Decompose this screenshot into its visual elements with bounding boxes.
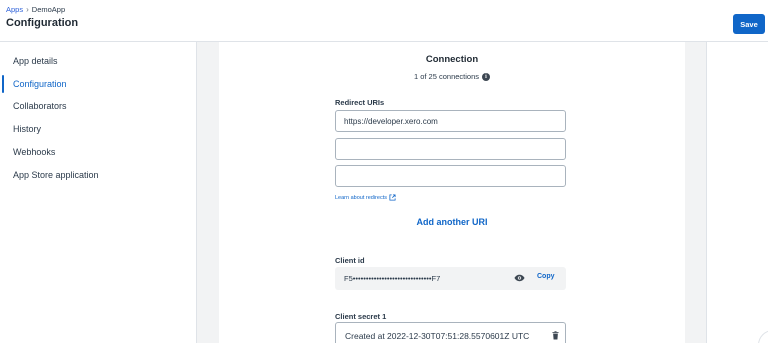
trash-icon[interactable] — [552, 331, 559, 340]
client-id-label: Client id — [335, 256, 365, 265]
connection-title: Connection — [425, 54, 479, 65]
connection-card: Connection 1 of 25 connections i Redirec… — [219, 42, 685, 343]
sidebar-item-app-store-application[interactable]: App Store application — [0, 164, 196, 186]
app-header: Apps › DemoApp Configuration Save — [0, 0, 768, 42]
redirect-uris-label: Redirect URIs — [335, 98, 385, 107]
client-id-field: F5••••••••••••••••••••••••••••••F7 Copy — [335, 267, 566, 290]
redirect-uri-input-2[interactable] — [335, 138, 566, 160]
client-secret-field: Created at 2022-12-30T07:51:28.5570601Z … — [335, 322, 566, 343]
copy-client-id-button[interactable]: Copy — [537, 273, 555, 280]
client-secret-label: Client secret 1 — [335, 312, 387, 321]
save-button[interactable]: Save — [733, 14, 765, 34]
sidebar-item-webhooks[interactable]: Webhooks — [0, 141, 196, 163]
redirect-uri-input-3[interactable] — [335, 165, 566, 187]
client-secret-created-text: Created at 2022-12-30T07:51:28.5570601Z … — [345, 330, 530, 341]
connection-count: 1 of 25 connections i — [219, 72, 685, 81]
sidebar-item-app-details[interactable]: App details — [0, 50, 196, 72]
connection-count-text: 1 of 25 connections — [413, 72, 480, 81]
breadcrumb-current[interactable]: DemoApp — [32, 5, 65, 14]
client-id-value: F5••••••••••••••••••••••••••••••F7 — [344, 274, 441, 283]
breadcrumb-separator: › — [26, 5, 29, 14]
learn-about-redirects-link[interactable]: Learn about redirects — [335, 194, 396, 201]
sidebar-item-history[interactable]: History — [0, 118, 196, 140]
page-title: Configuration — [6, 17, 79, 29]
external-link-icon — [389, 194, 396, 201]
learn-about-redirects-label: Learn about redirects — [335, 194, 387, 201]
add-another-uri-button[interactable]: Add another URI — [219, 217, 685, 227]
breadcrumb: Apps › DemoApp — [6, 5, 65, 14]
sidebar: App details Configuration Collaborators … — [0, 42, 197, 343]
eye-icon[interactable] — [514, 274, 525, 282]
right-panel — [706, 42, 768, 343]
info-icon[interactable]: i — [482, 72, 491, 81]
sidebar-item-configuration[interactable]: Configuration — [0, 73, 196, 95]
breadcrumb-apps-link[interactable]: Apps — [6, 5, 23, 14]
sidebar-item-collaborators[interactable]: Collaborators — [0, 95, 196, 117]
redirect-uri-input-1[interactable]: https://developer.xero.com — [335, 110, 566, 132]
